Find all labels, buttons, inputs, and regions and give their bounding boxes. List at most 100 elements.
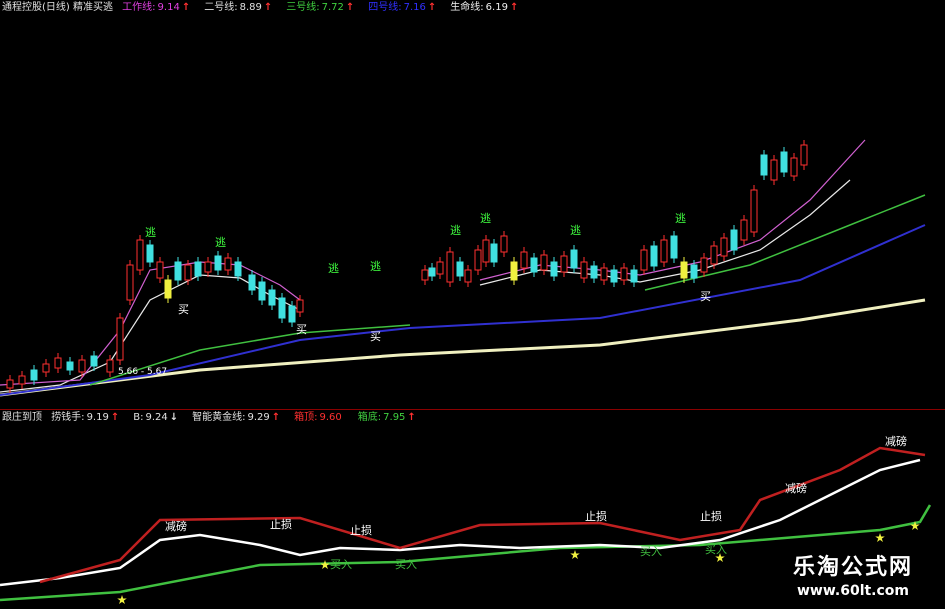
star-signal [875, 533, 885, 543]
star-anchor: 买入 [910, 530, 912, 533]
candle-body [580, 261, 588, 279]
candle-body [730, 229, 738, 251]
buy-marker: 买 [370, 330, 381, 343]
candle-body [278, 297, 286, 319]
candle-body [268, 289, 276, 306]
candle-body [248, 274, 256, 291]
candle-body [156, 261, 164, 279]
buy-marker: 买 [178, 303, 189, 316]
candle-body [116, 317, 124, 361]
candle-body [421, 269, 429, 281]
life-line [0, 298, 926, 397]
buy-in-marker: 买入 [705, 543, 727, 556]
candle-body [770, 159, 778, 181]
star-anchor: 买入 [320, 567, 322, 570]
candle-body [600, 267, 608, 281]
escape-marker: 逃 [570, 224, 581, 237]
buy-marker: 买 [296, 323, 307, 336]
candle-body [446, 251, 454, 283]
candle-body [436, 261, 444, 275]
candle-body [720, 237, 728, 257]
watermark-url: www.60lt.com [796, 583, 910, 599]
candle-body [18, 375, 26, 385]
candle-body [650, 245, 658, 267]
candle-body [590, 265, 598, 279]
star-signal [117, 595, 127, 605]
escape-marker: 逃 [370, 260, 381, 273]
candle-body [146, 244, 154, 263]
star-signal [570, 550, 580, 560]
candle-body [550, 261, 558, 277]
candle-body [136, 239, 144, 271]
candle-body [224, 257, 232, 271]
candle-body [740, 219, 748, 241]
candle-body [288, 305, 296, 323]
candle-body [258, 281, 266, 301]
candle-body [500, 235, 508, 253]
stop-loss-marker: 止损 [270, 517, 292, 531]
watermark: 乐淘公式网 www.60lt.com [767, 545, 939, 605]
escape-marker: 逃 [145, 226, 156, 239]
candle-body [540, 254, 548, 271]
candle-body [690, 264, 698, 279]
candle-body [474, 249, 482, 271]
buy-marker: 买 [700, 290, 711, 303]
candle-body [90, 355, 98, 367]
candle-body [660, 239, 668, 263]
candle-body [204, 261, 212, 273]
buy-in-marker: 买入 [640, 545, 662, 558]
star-anchor: 买入 [375, 567, 377, 570]
escape-marker: 逃 [328, 262, 339, 275]
candle-body [640, 249, 648, 271]
candle-body [78, 359, 86, 373]
star-anchor: 买入 [117, 602, 119, 605]
candle-body [174, 261, 182, 281]
candle-body [30, 369, 38, 381]
escape-marker: 逃 [480, 212, 491, 225]
candle-body [530, 257, 538, 273]
candle-body [54, 357, 62, 369]
candle-body [630, 269, 638, 283]
candle-body [710, 245, 718, 265]
stop-loss-marker: 止损 [585, 509, 607, 523]
candle-body [670, 235, 678, 259]
buy-in-marker: 买入 [330, 558, 352, 571]
candle-body [42, 363, 50, 373]
candle-body [482, 239, 490, 263]
candle-body [560, 255, 568, 273]
candle-body [780, 151, 788, 173]
price-range-label: 5.66 - 5.67 [118, 367, 167, 377]
candle-body [428, 267, 436, 277]
buy-in-marker: 买入 [395, 558, 417, 571]
escape-marker: 逃 [675, 212, 686, 225]
candle-body [790, 157, 798, 177]
candle-body [620, 267, 628, 281]
candle-body [490, 243, 498, 263]
escape-marker: 逃 [450, 224, 461, 237]
star-anchor: 买入 [570, 557, 572, 560]
candle-body [296, 299, 304, 313]
candle-body [106, 359, 114, 373]
candlestick-chart[interactable]: 逃逃逃 逃逃逃逃逃买买买买5.66 - 5.67止损 止损止损 止损减磅减磅减磅买入买… [0, 0, 945, 609]
reduce-marker: 减磅 [885, 434, 907, 448]
candle-body [680, 261, 688, 279]
watermark-cn: 乐淘公式网 [792, 554, 913, 580]
candle-body [510, 261, 518, 281]
reduce-marker: 减磅 [165, 519, 187, 533]
candle-body [570, 249, 578, 269]
candle-body [760, 154, 768, 176]
candle-body [464, 269, 472, 283]
candle-body [126, 264, 134, 301]
candle-body [610, 269, 618, 283]
candle-body [214, 255, 222, 271]
candle-body [750, 189, 758, 233]
candle-body [800, 144, 808, 166]
candle-body [6, 379, 14, 389]
candle-body [184, 264, 192, 281]
candle-body [66, 361, 74, 371]
star-anchor: 买入 [635, 562, 637, 565]
candle-body [164, 279, 172, 299]
stop-loss-marker: 止损 [350, 523, 372, 537]
reduce-marker: 减磅 [785, 481, 807, 495]
candle-body [520, 251, 528, 269]
